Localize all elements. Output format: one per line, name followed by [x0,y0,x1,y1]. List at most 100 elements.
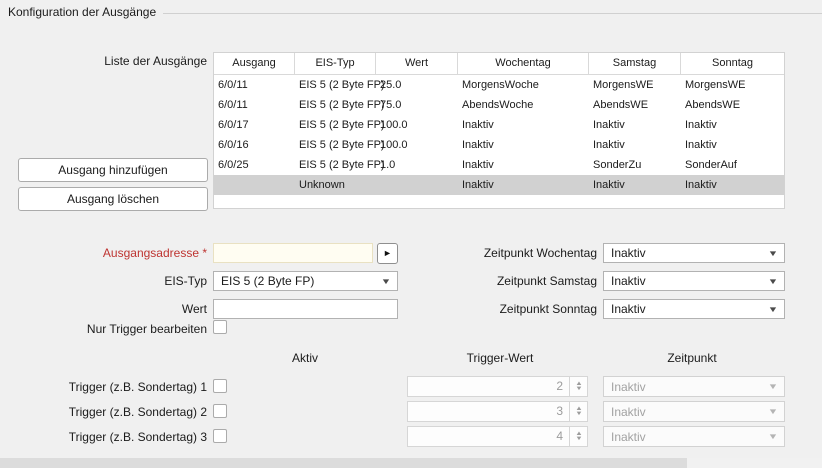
trigger-2-wert-value: 3 [408,402,569,421]
chevron-down-icon: ▼ [768,407,779,416]
cell-sonntag: Inaktiv [681,135,784,155]
table-row[interactable]: 6/0/11 EIS 5 (2 Byte FP) 25.0 MorgensWoc… [214,75,784,95]
cell-sonntag: MorgensWE [681,75,784,95]
cell-ausgang: 6/0/11 [214,75,295,95]
column-header-ausgang[interactable]: Ausgang [214,53,295,74]
cell-wochentag: Inaktiv [458,115,589,135]
trigger-2-zeitpunkt-value: Inaktiv [611,405,646,419]
cell-wochentag: Inaktiv [458,135,589,155]
zeitpunkt-samstag-label: Zeitpunkt Samstag [380,274,597,288]
delete-output-button[interactable]: Ausgang löschen [18,187,208,211]
trigger-3-label: Trigger (z.B. Sondertag) 3 [0,430,207,444]
cell-wochentag: Inaktiv [458,155,589,175]
cell-ausgang: 6/0/25 [214,155,295,175]
horizontal-scrollbar[interactable] [0,458,822,468]
scrollbar-thumb[interactable] [0,458,687,468]
trigger-header-zeitpunkt: Zeitpunkt [642,351,742,365]
trigger-3-wert-value: 4 [408,427,569,446]
cell-samstag: Inaktiv [589,135,681,155]
add-output-button[interactable]: Ausgang hinzufügen [18,158,208,182]
spinner-updown-icon[interactable]: ▲▼ [569,377,587,396]
table-row[interactable]: 6/0/25 EIS 5 (2 Byte FP) 1.0 Inaktiv Son… [214,155,784,175]
trigger-2-wert-spinner[interactable]: 3 ▲▼ [407,401,588,422]
spinner-updown-icon[interactable]: ▲▼ [569,427,587,446]
trigger-1-label: Trigger (z.B. Sondertag) 1 [0,380,207,394]
zeitpunkt-sonntag-select[interactable]: Inaktiv ▼ [603,299,785,319]
group-divider [163,13,822,14]
cell-ausgang: 6/0/17 [214,115,295,135]
trigger-3-zeitpunkt-value: Inaktiv [611,430,646,444]
trigger-1-wert-spinner[interactable]: 2 ▲▼ [407,376,588,397]
output-table: Ausgang EIS-Typ Wert Wochentag Samstag S… [213,52,785,209]
chevron-down-icon: ▼ [768,277,779,286]
cell-ausgang [214,175,295,195]
cell-samstag: Inaktiv [589,175,681,195]
cell-eis-typ: EIS 5 (2 Byte FP) [295,75,376,95]
cell-sonntag: SonderAuf [681,155,784,175]
column-header-wert[interactable]: Wert [376,53,458,74]
trigger-1-checkbox[interactable] [213,379,227,393]
output-address-input[interactable] [213,243,373,263]
table-row[interactable]: 6/0/11 EIS 5 (2 Byte FP) 75.0 AbendsWoch… [214,95,784,115]
column-header-wochentag[interactable]: Wochentag [458,53,589,74]
wert-label: Wert [0,302,207,316]
trigger-2-zeitpunkt-select: Inaktiv ▼ [603,401,785,422]
cell-wert: 75.0 [376,95,458,115]
table-row[interactable]: 6/0/16 EIS 5 (2 Byte FP) 100.0 Inaktiv I… [214,135,784,155]
cell-wert [376,175,458,195]
cell-eis-typ: EIS 5 (2 Byte FP) [295,95,376,115]
trigger-1-zeitpunkt-select: Inaktiv ▼ [603,376,785,397]
output-table-header: Ausgang EIS-Typ Wert Wochentag Samstag S… [214,53,784,75]
cell-eis-typ: EIS 5 (2 Byte FP) [295,135,376,155]
chevron-down-icon: ▼ [768,432,779,441]
cell-wert: 100.0 [376,115,458,135]
zeitpunkt-wochentag-select[interactable]: Inaktiv ▼ [603,243,785,263]
zeitpunkt-sonntag-value: Inaktiv [611,302,646,316]
configuration-panel: Konfiguration der Ausgänge Liste der Aus… [0,0,822,468]
eis-typ-select[interactable]: EIS 5 (2 Byte FP) ▼ [213,271,398,291]
chevron-down-icon: ▼ [768,305,779,314]
trigger-3-wert-spinner[interactable]: 4 ▲▼ [407,426,588,447]
zeitpunkt-samstag-select[interactable]: Inaktiv ▼ [603,271,785,291]
cell-ausgang: 6/0/11 [214,95,295,115]
cell-wochentag: Inaktiv [458,175,589,195]
table-row[interactable]: 6/0/17 EIS 5 (2 Byte FP) 100.0 Inaktiv I… [214,115,784,135]
trigger-3-zeitpunkt-select: Inaktiv ▼ [603,426,785,447]
cell-samstag: AbendsWE [589,95,681,115]
trigger-1-wert-value: 2 [408,377,569,396]
cell-samstag: SonderZu [589,155,681,175]
zeitpunkt-wochentag-label: Zeitpunkt Wochentag [380,246,597,260]
cell-samstag: MorgensWE [589,75,681,95]
zeitpunkt-wochentag-value: Inaktiv [611,246,646,260]
nur-trigger-label: Nur Trigger bearbeiten [0,322,207,336]
nur-trigger-checkbox[interactable] [213,320,227,334]
output-address-label: Ausgangsadresse * [0,246,207,260]
cell-samstag: Inaktiv [589,115,681,135]
chevron-down-icon: ▼ [768,249,779,258]
chevron-down-icon: ▼ [768,382,779,391]
cell-sonntag: AbendsWE [681,95,784,115]
cell-wochentag: AbendsWoche [458,95,589,115]
column-header-samstag[interactable]: Samstag [589,53,681,74]
trigger-3-checkbox[interactable] [213,429,227,443]
eis-typ-label: EIS-Typ [0,274,207,288]
zeitpunkt-samstag-value: Inaktiv [611,274,646,288]
eis-typ-value: EIS 5 (2 Byte FP) [221,274,314,288]
cell-eis-typ: Unknown [295,175,376,195]
column-header-sonntag[interactable]: Sonntag [681,53,784,74]
cell-sonntag: Inaktiv [681,175,784,195]
trigger-header-trigger-wert: Trigger-Wert [450,351,550,365]
column-header-eis-typ[interactable]: EIS-Typ [295,53,376,74]
group-title: Konfiguration der Ausgänge [8,5,156,19]
cell-eis-typ: EIS 5 (2 Byte FP) [295,155,376,175]
cell-wert: 25.0 [376,75,458,95]
cell-wochentag: MorgensWoche [458,75,589,95]
zeitpunkt-sonntag-label: Zeitpunkt Sonntag [380,302,597,316]
table-row-selected[interactable]: Unknown Inaktiv Inaktiv Inaktiv [214,175,784,195]
cell-wert: 100.0 [376,135,458,155]
trigger-2-checkbox[interactable] [213,404,227,418]
cell-sonntag: Inaktiv [681,115,784,135]
wert-input[interactable] [213,299,398,319]
cell-ausgang: 6/0/16 [214,135,295,155]
spinner-updown-icon[interactable]: ▲▼ [569,402,587,421]
